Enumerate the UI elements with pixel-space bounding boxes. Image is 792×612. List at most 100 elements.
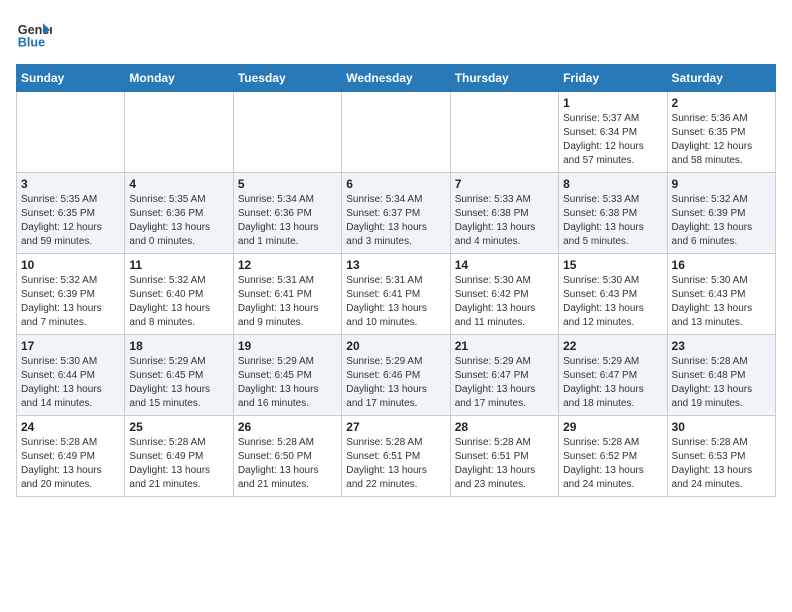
calendar-cell: 11 Sunrise: 5:32 AM Sunset: 6:40 PM Dayli…: [125, 254, 233, 335]
day-number: 3: [21, 177, 120, 191]
day-number: 18: [129, 339, 228, 353]
calendar-header: SundayMondayTuesdayWednesdayThursdayFrid…: [17, 65, 776, 92]
day-number: 27: [346, 420, 445, 434]
calendar-cell: 16 Sunrise: 5:30 AM Sunset: 6:43 PM Dayli…: [667, 254, 775, 335]
day-info: Sunrise: 5:29 AM Sunset: 6:46 PM Dayligh…: [346, 355, 445, 411]
calendar-cell: 13 Sunrise: 5:31 AM Sunset: 6:41 PM Dayli…: [342, 254, 450, 335]
calendar-table: SundayMondayTuesdayWednesdayThursdayFrid…: [16, 64, 776, 497]
calendar-cell: 19 Sunrise: 5:29 AM Sunset: 6:45 PM Dayli…: [233, 335, 341, 416]
day-info: Sunrise: 5:28 AM Sunset: 6:51 PM Dayligh…: [346, 436, 445, 492]
calendar-cell: 7Sunrise: 5:33 AM Sunset: 6:38 PM Daylig…: [450, 173, 558, 254]
day-info: Sunrise: 5:29 AM Sunset: 6:45 PM Dayligh…: [129, 355, 228, 411]
calendar-cell: [233, 92, 341, 173]
calendar-cell: 9Sunrise: 5:32 AM Sunset: 6:39 PM Daylig…: [667, 173, 775, 254]
calendar-cell: 25 Sunrise: 5:28 AM Sunset: 6:49 PM Dayli…: [125, 416, 233, 497]
day-number: 17: [21, 339, 120, 353]
day-info: Sunrise: 5:32 AM Sunset: 6:40 PM Dayligh…: [129, 274, 228, 330]
day-number: 20: [346, 339, 445, 353]
day-number: 2: [672, 96, 771, 110]
col-header-sunday: Sunday: [17, 65, 125, 92]
calendar-cell: 2 Sunrise: 5:36 AM Sunset: 6:35 PM Daylig…: [667, 92, 775, 173]
calendar-week-4: 17 Sunrise: 5:30 AM Sunset: 6:44 PM Dayli…: [17, 335, 776, 416]
svg-text:Blue: Blue: [18, 36, 45, 50]
day-number: 26: [238, 420, 337, 434]
col-header-wednesday: Wednesday: [342, 65, 450, 92]
day-number: 24: [21, 420, 120, 434]
calendar-cell: 5 Sunrise: 5:34 AM Sunset: 6:36 PM Daylig…: [233, 173, 341, 254]
day-info: Sunrise: 5:30 AM Sunset: 6:43 PM Dayligh…: [563, 274, 662, 330]
calendar-cell: 23 Sunrise: 5:28 AM Sunset: 6:48 PM Dayli…: [667, 335, 775, 416]
day-info: Sunrise: 5:35 AM Sunset: 6:35 PM Dayligh…: [21, 193, 120, 249]
calendar-cell: [342, 92, 450, 173]
calendar-cell: 24 Sunrise: 5:28 AM Sunset: 6:49 PM Dayli…: [17, 416, 125, 497]
day-info: Sunrise: 5:28 AM Sunset: 6:49 PM Dayligh…: [129, 436, 228, 492]
calendar-cell: 14Sunrise: 5:30 AM Sunset: 6:42 PM Dayli…: [450, 254, 558, 335]
day-number: 10: [21, 258, 120, 272]
day-info: Sunrise: 5:34 AM Sunset: 6:36 PM Dayligh…: [238, 193, 337, 249]
col-header-monday: Monday: [125, 65, 233, 92]
day-info: Sunrise: 5:34 AM Sunset: 6:37 PM Dayligh…: [346, 193, 445, 249]
calendar-cell: 22 Sunrise: 5:29 AM Sunset: 6:47 PM Dayli…: [559, 335, 667, 416]
day-number: 22: [563, 339, 662, 353]
day-info: Sunrise: 5:30 AM Sunset: 6:44 PM Dayligh…: [21, 355, 120, 411]
calendar-cell: 20 Sunrise: 5:29 AM Sunset: 6:46 PM Dayli…: [342, 335, 450, 416]
day-number: 21: [455, 339, 554, 353]
calendar-cell: 12Sunrise: 5:31 AM Sunset: 6:41 PM Dayli…: [233, 254, 341, 335]
day-info: Sunrise: 5:32 AM Sunset: 6:39 PM Dayligh…: [21, 274, 120, 330]
page-header: General Blue: [16, 16, 776, 52]
day-number: 19: [238, 339, 337, 353]
day-info: Sunrise: 5:36 AM Sunset: 6:35 PM Dayligh…: [672, 112, 771, 168]
calendar-cell: 29 Sunrise: 5:28 AM Sunset: 6:52 PM Dayli…: [559, 416, 667, 497]
calendar-week-3: 10 Sunrise: 5:32 AM Sunset: 6:39 PM Dayli…: [17, 254, 776, 335]
day-info: Sunrise: 5:30 AM Sunset: 6:43 PM Dayligh…: [672, 274, 771, 330]
day-info: Sunrise: 5:28 AM Sunset: 6:52 PM Dayligh…: [563, 436, 662, 492]
day-number: 30: [672, 420, 771, 434]
day-number: 4: [129, 177, 228, 191]
calendar-cell: 8 Sunrise: 5:33 AM Sunset: 6:38 PM Daylig…: [559, 173, 667, 254]
day-number: 13: [346, 258, 445, 272]
day-info: Sunrise: 5:29 AM Sunset: 6:47 PM Dayligh…: [455, 355, 554, 411]
day-info: Sunrise: 5:28 AM Sunset: 6:51 PM Dayligh…: [455, 436, 554, 492]
col-header-saturday: Saturday: [667, 65, 775, 92]
day-number: 8: [563, 177, 662, 191]
calendar-cell: 28 Sunrise: 5:28 AM Sunset: 6:51 PM Dayli…: [450, 416, 558, 497]
calendar-cell: 26 Sunrise: 5:28 AM Sunset: 6:50 PM Dayli…: [233, 416, 341, 497]
day-number: 28: [455, 420, 554, 434]
day-info: Sunrise: 5:29 AM Sunset: 6:45 PM Dayligh…: [238, 355, 337, 411]
day-info: Sunrise: 5:37 AM Sunset: 6:34 PM Dayligh…: [563, 112, 662, 168]
calendar-cell: 30 Sunrise: 5:28 AM Sunset: 6:53 PM Dayli…: [667, 416, 775, 497]
day-number: 9: [672, 177, 771, 191]
day-info: Sunrise: 5:29 AM Sunset: 6:47 PM Dayligh…: [563, 355, 662, 411]
day-info: Sunrise: 5:28 AM Sunset: 6:53 PM Dayligh…: [672, 436, 771, 492]
day-number: 5: [238, 177, 337, 191]
day-number: 16: [672, 258, 771, 272]
day-info: Sunrise: 5:28 AM Sunset: 6:50 PM Dayligh…: [238, 436, 337, 492]
day-info: Sunrise: 5:35 AM Sunset: 6:36 PM Dayligh…: [129, 193, 228, 249]
day-info: Sunrise: 5:31 AM Sunset: 6:41 PM Dayligh…: [346, 274, 445, 330]
calendar-cell: 10 Sunrise: 5:32 AM Sunset: 6:39 PM Dayli…: [17, 254, 125, 335]
col-header-thursday: Thursday: [450, 65, 558, 92]
calendar-week-2: 3 Sunrise: 5:35 AM Sunset: 6:35 PM Daylig…: [17, 173, 776, 254]
day-info: Sunrise: 5:33 AM Sunset: 6:38 PM Dayligh…: [563, 193, 662, 249]
day-number: 12: [238, 258, 337, 272]
calendar-cell: 4 Sunrise: 5:35 AM Sunset: 6:36 PM Daylig…: [125, 173, 233, 254]
col-header-tuesday: Tuesday: [233, 65, 341, 92]
day-number: 11: [129, 258, 228, 272]
day-info: Sunrise: 5:28 AM Sunset: 6:48 PM Dayligh…: [672, 355, 771, 411]
day-number: 29: [563, 420, 662, 434]
day-info: Sunrise: 5:28 AM Sunset: 6:49 PM Dayligh…: [21, 436, 120, 492]
calendar-cell: 15 Sunrise: 5:30 AM Sunset: 6:43 PM Dayli…: [559, 254, 667, 335]
calendar-cell: [125, 92, 233, 173]
day-number: 25: [129, 420, 228, 434]
day-number: 7: [455, 177, 554, 191]
day-number: 15: [563, 258, 662, 272]
day-number: 6: [346, 177, 445, 191]
calendar-cell: [450, 92, 558, 173]
day-number: 23: [672, 339, 771, 353]
logo-icon: General Blue: [16, 16, 52, 52]
col-header-friday: Friday: [559, 65, 667, 92]
calendar-cell: 17 Sunrise: 5:30 AM Sunset: 6:44 PM Dayli…: [17, 335, 125, 416]
calendar-week-5: 24 Sunrise: 5:28 AM Sunset: 6:49 PM Dayli…: [17, 416, 776, 497]
calendar-cell: 27 Sunrise: 5:28 AM Sunset: 6:51 PM Dayli…: [342, 416, 450, 497]
calendar-cell: 6 Sunrise: 5:34 AM Sunset: 6:37 PM Daylig…: [342, 173, 450, 254]
